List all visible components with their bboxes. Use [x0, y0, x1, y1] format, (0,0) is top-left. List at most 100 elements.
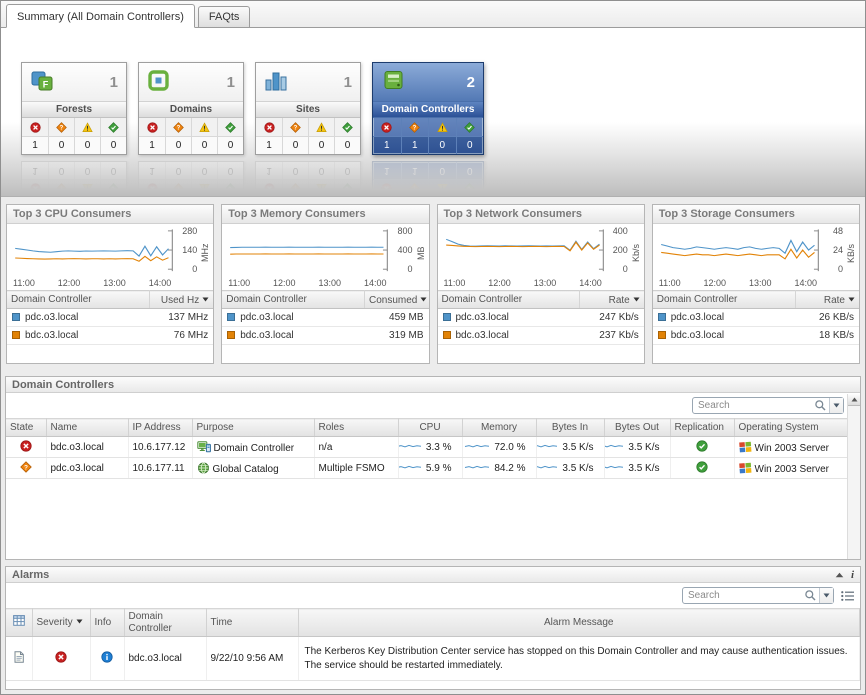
info-icon[interactable]: [101, 655, 113, 666]
column-header-ip-address[interactable]: IP Address: [128, 419, 192, 437]
table-settings-icon[interactable]: [841, 591, 854, 601]
consumer-row[interactable]: pdc.o3.local 247 Kb/s: [438, 309, 644, 327]
cpu-value: 3.3 %: [426, 442, 452, 453]
tab-summary-all-domain-controllers[interactable]: Summary (All Domain Controllers): [6, 4, 195, 28]
consumer-row[interactable]: bdc.o3.local 237 Kb/s: [438, 327, 644, 345]
dc-row[interactable]: bdc.o3.local 10.6.177.12 Domain Controll…: [6, 437, 860, 458]
dc-search-input[interactable]: Search: [692, 397, 844, 414]
y-tick: 200: [613, 245, 628, 255]
column-header-cpu[interactable]: CPU: [398, 419, 462, 437]
tile-domain-controllers[interactable]: 2 Domain Controllers ? 1 1 0 0: [372, 161, 484, 195]
tile-status-icons: ?: [22, 180, 126, 195]
dc-name: pdc.o3.local: [25, 312, 78, 323]
tile-domains[interactable]: 1 Domains ? 1 0 0 0: [138, 62, 244, 155]
column-header-operating-system[interactable]: Operating System: [734, 419, 860, 437]
column-header-name[interactable]: Name: [46, 419, 128, 437]
tab-bar: Summary (All Domain Controllers)FAQts: [1, 1, 865, 28]
x-tick: 11:00: [228, 278, 250, 288]
search-icon[interactable]: [802, 589, 819, 602]
fatal-icon: [22, 180, 48, 195]
tile-status-counts: 1 0 0 0: [22, 162, 126, 180]
critical-icon: ?: [48, 180, 74, 195]
scroll-up-icon[interactable]: [848, 394, 860, 406]
consumer-row[interactable]: bdc.o3.local 319 MB: [222, 327, 428, 345]
tile-forests[interactable]: F 1 Forests ? 1 0 0 0: [21, 161, 127, 195]
alarm-detail-icon[interactable]: [14, 655, 24, 666]
column-header-bytes-out[interactable]: Bytes Out: [604, 419, 670, 437]
tiles-reflection: F 1 Forests ? 1 0 0 0 1 Domains ? 1 0 0 …: [21, 161, 865, 195]
warning-count: 0: [74, 162, 100, 180]
column-header-roles[interactable]: Roles: [314, 419, 398, 437]
dc-scrollbar[interactable]: [847, 394, 860, 559]
column-header-value-sorted[interactable]: Rate: [795, 291, 859, 309]
tile-count: 1: [227, 74, 235, 91]
column-header-domain-controller[interactable]: Domain Controller: [438, 291, 580, 309]
alarm-message: The Kerberos Key Distribution Center ser…: [298, 637, 860, 681]
consumer-row[interactable]: pdc.o3.local 459 MB: [222, 309, 428, 327]
consumer-row[interactable]: bdc.o3.local 18 KB/s: [653, 327, 859, 345]
x-tick: 14:00: [149, 278, 172, 288]
search-options-dropdown-icon[interactable]: [829, 398, 843, 413]
normal-icon: [100, 180, 126, 195]
alarms-search-input[interactable]: Search: [682, 587, 834, 604]
fatal-icon: [256, 118, 282, 136]
column-header-alarm-message[interactable]: Alarm Message: [298, 609, 860, 637]
column-header-domain-controller[interactable]: Domain Controller: [653, 291, 795, 309]
column-header-state[interactable]: State: [6, 419, 46, 437]
search-options-dropdown-icon[interactable]: [819, 588, 833, 603]
sparkline-chart: 280 140 0 MHz: [7, 224, 213, 278]
column-header-purpose[interactable]: Purpose: [192, 419, 314, 437]
metric-value: 459 MB: [365, 309, 429, 327]
collapse-icon[interactable]: [835, 572, 844, 578]
x-tick: 13:00: [103, 278, 126, 288]
alarm-time: 9/22/10 9:56 AM: [206, 637, 298, 681]
tile-status-icons: ?: [256, 118, 360, 136]
tile-sites[interactable]: 1 Sites ? 1 0 0 0: [255, 161, 361, 195]
tile-domains[interactable]: 1 Domains ? 1 0 0 0: [138, 161, 244, 195]
critical-icon: ?: [48, 118, 74, 136]
windows-logo-icon: [739, 462, 752, 474]
column-header-info[interactable]: Info: [90, 609, 124, 637]
info-icon[interactable]: i: [851, 569, 854, 581]
consumer-row[interactable]: pdc.o3.local 137 MHz: [7, 309, 213, 327]
alarm-row[interactable]: bdc.o3.local 9/22/10 9:56 AM The Kerbero…: [6, 637, 860, 681]
tile-domain-controllers[interactable]: 2 Domain Controllers ? 1 1 0 0: [372, 62, 484, 155]
panel-title: Top 3 Memory Consumers: [222, 205, 428, 224]
column-header-bytes-in[interactable]: Bytes In: [536, 419, 604, 437]
domain-controllers-panel: Domain Controllers Search StateNameIP Ad…: [5, 376, 861, 560]
warning-icon: [191, 180, 217, 195]
search-icon[interactable]: [812, 399, 829, 412]
y-axis: 400 200 0: [608, 228, 630, 278]
svg-text:?: ?: [413, 125, 417, 131]
column-header-severity[interactable]: Severity: [32, 609, 90, 637]
column-header-value-sorted[interactable]: Rate: [580, 291, 644, 309]
column-header-domain-controller[interactable]: Domain Controller: [7, 291, 149, 309]
tiles-row: F 1 Forests ? 1 0 0 0 1 Domains ? 1 0 0 …: [21, 62, 865, 155]
top-consumers-row: Top 3 CPU Consumers 280 140 0 MHz 11:001…: [1, 197, 865, 370]
x-tick: 14:00: [579, 278, 602, 288]
column-header-memory[interactable]: Memory: [462, 419, 536, 437]
column-header-time[interactable]: Time: [206, 609, 298, 637]
dc-ip: 10.6.177.11: [128, 458, 192, 479]
series-color-chip: [443, 331, 451, 339]
svg-text:?: ?: [24, 464, 28, 471]
dc-row[interactable]: ? pdc.o3.local 10.6.177.11 Global Catalo…: [6, 458, 860, 479]
dc-name: bdc.o3.local: [25, 330, 78, 341]
column-header-domain-controller[interactable]: Domain Controller: [124, 609, 206, 637]
tile-forests[interactable]: F 1 Forests ? 1 0 0 0: [21, 62, 127, 155]
column-header-value-sorted[interactable]: Consumed: [365, 291, 429, 309]
consumer-row[interactable]: bdc.o3.local 76 MHz: [7, 327, 213, 345]
column-header-domain-controller[interactable]: Domain Controller: [222, 291, 364, 309]
fatal-icon: [139, 180, 165, 195]
y-axis-unit: MHz: [199, 228, 211, 278]
tile-sites[interactable]: 1 Sites ? 1 0 0 0: [255, 62, 361, 155]
series-color-chip: [658, 331, 666, 339]
memory-value: 84.2 %: [494, 463, 525, 474]
tab-faqts[interactable]: FAQts: [198, 6, 251, 27]
column-header-replication[interactable]: Replication: [670, 419, 734, 437]
dc-name: bdc.o3.local: [240, 330, 293, 341]
select-columns-icon[interactable]: [13, 618, 25, 629]
column-header-value-sorted[interactable]: Used Hz: [149, 291, 213, 309]
consumer-row[interactable]: pdc.o3.local 26 KB/s: [653, 309, 859, 327]
sparkline-chart: 48 24 0 KB/s: [653, 224, 859, 278]
